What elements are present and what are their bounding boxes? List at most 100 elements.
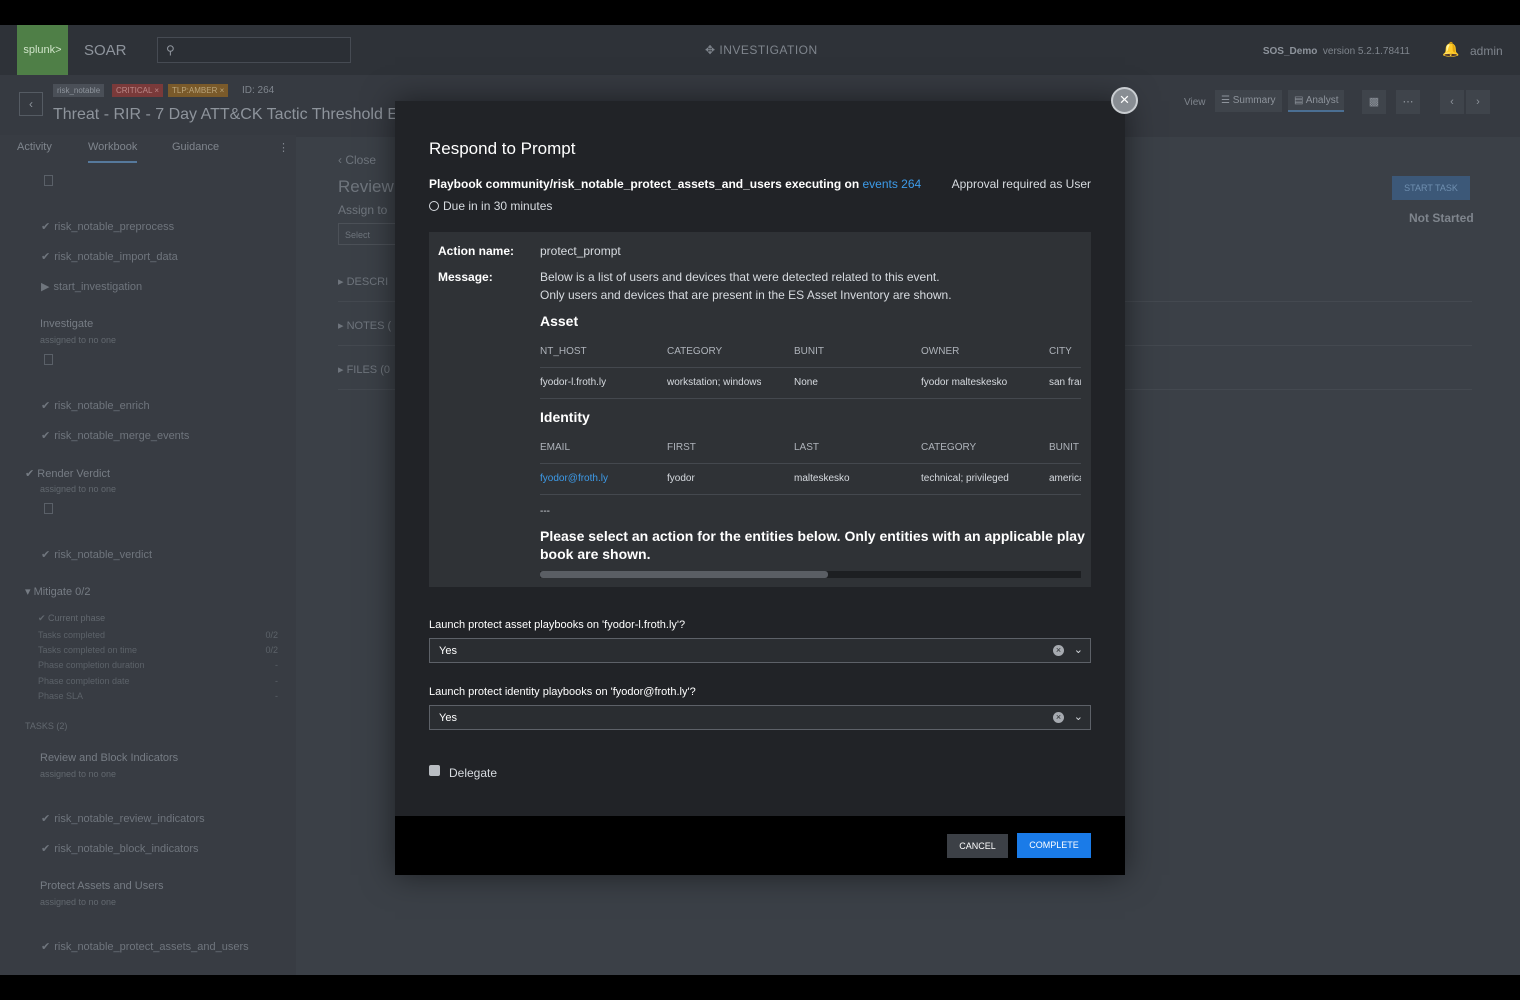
tab-activity[interactable]: Activity — [17, 141, 52, 153]
selected-value: Yes — [439, 712, 457, 724]
briefcase-icon[interactable]: ▩ — [1362, 90, 1386, 114]
phase-stat-row: Phase completion date - — [38, 676, 278, 686]
assigned-text: assigned to no one — [40, 897, 117, 907]
table-cell: san fran — [1049, 377, 1081, 388]
chevron-down-icon[interactable]: ⌄ — [1074, 710, 1083, 723]
table-cell: fyodor — [667, 473, 695, 484]
app-name: SOAR — [84, 42, 127, 59]
workbook-panel: Activity Workbook Guidance ⋮ ✔ risk_notab… — [0, 135, 296, 975]
phase-stat-row: Phase completion duration - — [38, 660, 278, 670]
task-item[interactable]: ✔ risk_notable_import_data — [41, 250, 178, 263]
events-link[interactable]: events 264 — [862, 177, 921, 191]
section-notes[interactable]: ▸ NOTES ( — [338, 319, 391, 332]
view-analyst-button[interactable]: ▤ Analyst — [1288, 90, 1345, 112]
select-action-instruction: Please select an action for the entities… — [540, 528, 1085, 562]
task-item[interactable]: ✔ risk_notable_block_indicators — [41, 842, 199, 855]
modal-title: Respond to Prompt — [429, 139, 576, 158]
table-cell: None — [794, 377, 818, 388]
cancel-button[interactable]: CANCEL — [947, 834, 1008, 858]
email-link[interactable]: fyodor@froth.ly — [540, 473, 608, 484]
clear-icon[interactable]: × — [1053, 712, 1064, 723]
kebab-menu-icon[interactable]: ⋮ — [278, 141, 289, 154]
action-name-value: protect_prompt — [540, 244, 621, 258]
assigned-text: assigned to no one — [40, 335, 117, 345]
task-item[interactable]: ✔ risk_notable_merge_events — [41, 429, 189, 442]
table-header: BUNIT — [1049, 442, 1079, 453]
global-search-input[interactable]: ⚲ — [157, 37, 351, 63]
event-id: ID: 264 — [242, 85, 275, 96]
table-cell: workstation; windows — [667, 377, 762, 388]
playbook-info: Playbook community/risk_notable_protect_… — [429, 177, 922, 191]
delegate-checkbox[interactable] — [429, 765, 440, 776]
table-header: FIRST — [667, 442, 696, 453]
close-icon[interactable]: × — [1111, 87, 1138, 114]
tab-workbook[interactable]: Workbook — [88, 141, 138, 163]
table-divider — [540, 463, 1081, 464]
table-divider — [540, 398, 1081, 399]
section-description[interactable]: ▸ DESCRI — [338, 275, 388, 288]
assign-select[interactable]: Select — [338, 223, 398, 245]
task-item[interactable]: ✔ risk_notable_review_indicators — [41, 812, 205, 825]
task-status: Not Started — [1409, 211, 1474, 225]
notifications-bell-icon[interactable]: 🔔 — [1442, 41, 1459, 58]
identity-playbook-select[interactable]: Yes × ⌄ — [429, 705, 1091, 730]
document-icon — [44, 503, 53, 514]
phase-stat-row: Tasks completed on time 0/2 — [38, 645, 278, 655]
chevron-down-icon[interactable]: ⌄ — [1074, 643, 1083, 656]
approval-info: Approval required as User — [951, 177, 1091, 191]
assigned-text: assigned to no one — [40, 484, 117, 494]
task-item[interactable]: ✔ risk_notable_protect_assets_and_users — [41, 940, 249, 953]
assign-label: Assign to — [338, 203, 388, 217]
table-cell: america — [1049, 473, 1081, 484]
next-event-button[interactable]: › — [1466, 90, 1490, 114]
start-task-button[interactable]: START TASK — [1392, 176, 1470, 200]
table-cell: technical; privileged — [921, 473, 1009, 484]
clear-icon[interactable]: × — [1053, 645, 1064, 656]
asset-playbook-select[interactable]: Yes × ⌄ — [429, 638, 1091, 663]
delegate-label[interactable]: Delegate — [449, 766, 497, 780]
table-header: NT_HOST — [540, 346, 587, 357]
table-divider — [540, 367, 1081, 368]
task-item[interactable]: ✔ risk_notable_enrich — [41, 399, 150, 412]
table-cell: fyodor malteskesko — [921, 377, 1008, 388]
task-item[interactable]: ✔ risk_notable_verdict — [41, 548, 152, 561]
identity-heading: Identity — [540, 409, 590, 425]
view-summary-button[interactable]: ☰ Summary — [1215, 90, 1282, 112]
panel-tabs: Activity Workbook Guidance ⋮ — [0, 135, 296, 167]
horizontal-scrollbar[interactable] — [540, 571, 1081, 578]
tag-tlp-amber[interactable]: TLP:AMBER × — [168, 84, 229, 97]
message-line-2: Only users and devices that are present … — [540, 288, 952, 302]
message-key: Message: — [438, 270, 493, 284]
table-header: EMAIL — [540, 442, 571, 453]
search-icon: ⚲ — [166, 43, 175, 57]
clock-icon — [429, 201, 439, 211]
phase-stat-row: Phase SLA - — [38, 691, 278, 701]
environment-info: SOS_Demo version 5.2.1.78411 — [1262, 46, 1410, 57]
section-files[interactable]: ▸ FILES (0 — [338, 363, 390, 376]
tag-critical[interactable]: CRITICAL × — [112, 84, 164, 97]
tab-guidance[interactable]: Guidance — [172, 141, 219, 153]
splunk-logo[interactable]: splunk> — [17, 25, 68, 75]
more-options-icon[interactable]: ⋯ — [1396, 90, 1420, 114]
user-menu[interactable]: admin — [1470, 44, 1503, 58]
tag-risk-notable[interactable]: risk_notable — [53, 84, 105, 97]
question-asset-label: Launch protect asset playbooks on 'fyodo… — [429, 619, 686, 631]
table-header: CATEGORY — [921, 442, 977, 453]
previous-event-button[interactable]: ‹ — [1440, 90, 1464, 114]
mitigate-phase[interactable]: ▾ Mitigate 0/2 — [25, 585, 90, 598]
event-title: Threat - RIR - 7 Day ATT&CK Tactic Thres… — [53, 106, 423, 123]
separator-text: --- — [540, 506, 550, 517]
asset-heading: Asset — [540, 313, 579, 329]
due-info: Due in in 30 minutes — [429, 199, 552, 213]
task-item[interactable]: ▶ start_investigation — [41, 280, 142, 293]
back-button[interactable]: ‹ — [19, 92, 43, 116]
scrollbar-thumb[interactable] — [540, 571, 828, 578]
close-link[interactable]: ‹ Close — [338, 153, 376, 167]
question-identity-label: Launch protect identity playbooks on 'fy… — [429, 686, 696, 698]
task-heading[interactable]: Protect Assets and Users — [40, 880, 164, 892]
document-icon — [44, 175, 53, 186]
tasks-count: TASKS (2) — [25, 721, 68, 731]
complete-button[interactable]: COMPLETE — [1017, 833, 1091, 858]
task-heading[interactable]: Review and Block Indicators — [40, 752, 178, 764]
task-item[interactable]: ✔ risk_notable_preprocess — [41, 220, 174, 233]
